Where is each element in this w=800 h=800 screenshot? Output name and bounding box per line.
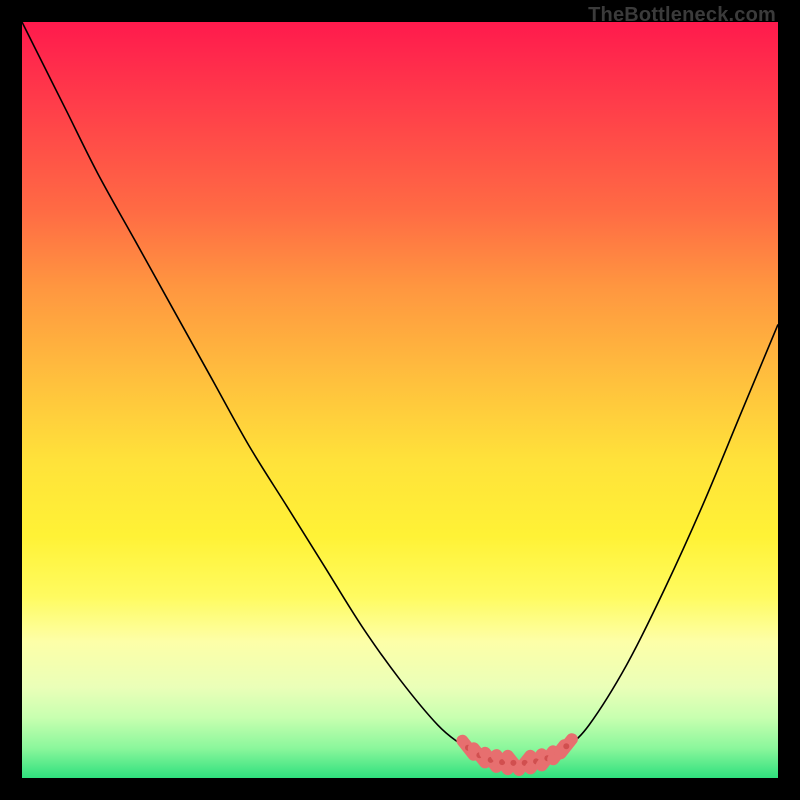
marker-dot (563, 743, 569, 749)
bottleneck-curve (22, 22, 778, 763)
watermark-label: TheBottleneck.com (588, 4, 776, 27)
chart-frame: TheBottleneck.com (0, 0, 800, 800)
curve-markers (462, 739, 572, 770)
chart-svg (22, 22, 778, 778)
